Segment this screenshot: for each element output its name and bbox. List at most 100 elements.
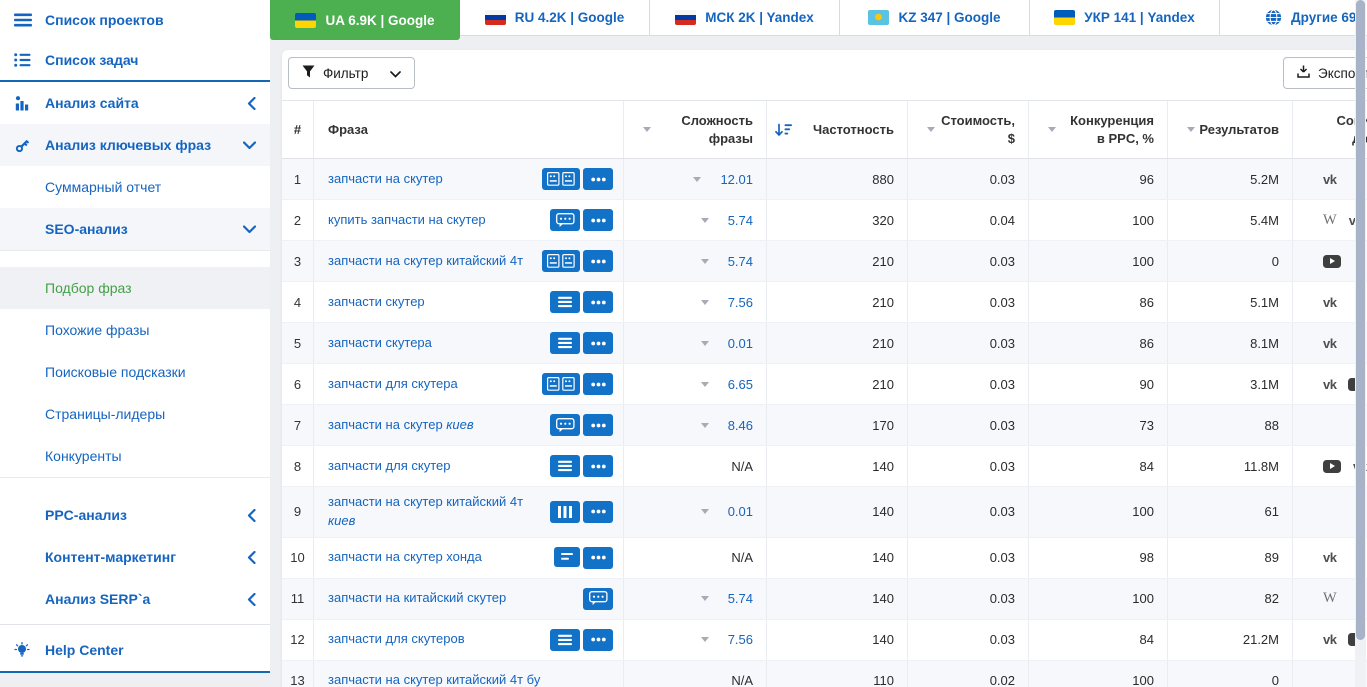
sidebar-item[interactable]: Похожие фразы — [0, 309, 270, 351]
dropdown-triangle-icon[interactable] — [700, 596, 709, 602]
dropdown-triangle-icon[interactable] — [700, 258, 709, 264]
sidebar-section-gap — [0, 477, 270, 494]
more-actions-icon[interactable] — [583, 209, 613, 231]
sidebar-item[interactable]: Анализ ключевых фраз — [0, 124, 270, 166]
menu-lines-icon[interactable] — [550, 332, 580, 354]
column-header-phrase[interactable]: Фраза — [314, 101, 624, 158]
dropdown-triangle-icon[interactable] — [700, 637, 709, 643]
more-actions-icon[interactable] — [583, 168, 613, 190]
sidebar-item-label: Контент-маркетинг — [45, 549, 177, 565]
region-tab[interactable]: Другие 694 — [1220, 0, 1367, 36]
difficulty-value-link[interactable]: 5.74 — [728, 254, 753, 269]
more-actions-icon[interactable] — [583, 546, 613, 569]
more-actions-icon[interactable] — [583, 291, 613, 313]
difficulty-value-link[interactable]: 6.65 — [728, 377, 753, 392]
phrase-link[interactable]: запчасти на скутер китайский 4т — [328, 252, 534, 271]
menu-lines-icon[interactable] — [550, 628, 580, 651]
sidebar-scrollbar[interactable] — [1355, 0, 1366, 687]
difficulty-value-link[interactable]: 7.56 — [728, 632, 753, 647]
sidebar-item[interactable]: Страницы-лидеры — [0, 393, 270, 435]
phrase-link[interactable]: запчасти скутер — [328, 293, 542, 312]
column-header-difficulty[interactable]: Сложность фразы — [624, 101, 767, 158]
dropdown-triangle-icon[interactable] — [700, 299, 709, 305]
vertical-bars-icon[interactable] — [550, 500, 580, 523]
sidebar-item[interactable]: Поисковые подсказки — [0, 351, 270, 393]
phrase-link[interactable]: запчасти на скутер киев — [328, 416, 542, 435]
sidebar-item[interactable]: Контент-маркетинг — [0, 536, 270, 578]
region-tab[interactable]: UA 6.9K | Google — [270, 0, 460, 40]
sidebar-item[interactable]: Список задач — [0, 40, 270, 80]
phrase-link[interactable]: запчасти для скутера — [328, 375, 534, 394]
phrase-link[interactable]: запчасти на китайский скутер — [328, 589, 575, 608]
difficulty-value-link[interactable]: 0.01 — [728, 336, 753, 351]
dropdown-triangle-icon[interactable] — [700, 381, 709, 387]
region-tab[interactable]: RU 4.2K | Google — [460, 0, 650, 36]
region-tab[interactable]: KZ 347 | Google — [840, 0, 1030, 36]
more-actions-icon[interactable] — [583, 332, 613, 354]
sidebar-item[interactable]: Анализ сайта — [0, 82, 270, 124]
difficulty-value-link[interactable]: 0.01 — [728, 504, 753, 519]
dropdown-triangle-icon[interactable] — [700, 422, 709, 428]
frequency-value: 210 — [767, 323, 908, 363]
phrase-link[interactable]: купить запчасти на скутер — [328, 211, 542, 230]
more-actions-icon[interactable] — [583, 250, 613, 272]
chat-bubble-icon[interactable] — [583, 587, 613, 610]
phrase-link[interactable]: запчасти на скутер — [328, 170, 534, 189]
sort-triangle-icon[interactable] — [1187, 127, 1195, 132]
sort-triangle-icon[interactable] — [1048, 127, 1056, 132]
difficulty-value-link[interactable]: 8.46 — [728, 418, 753, 433]
menu-lines-icon[interactable] — [550, 291, 580, 313]
serp-cards-icon[interactable] — [542, 373, 580, 395]
chat-bubble-icon[interactable] — [550, 414, 580, 436]
difficulty-cell: 6.65 — [624, 364, 767, 404]
difficulty-value: N/A — [731, 550, 753, 566]
phrase-link[interactable]: запчасти на скутер хонда — [328, 548, 546, 567]
sort-descending-icon[interactable] — [775, 123, 793, 137]
filter-button[interactable]: Фильтр — [288, 57, 416, 89]
cost-value: 0.03 — [908, 487, 1029, 537]
column-header-results[interactable]: Результатов — [1168, 101, 1293, 158]
sidebar-item[interactable]: Help Center — [0, 629, 270, 671]
phrase-link[interactable]: запчасти для скутер — [328, 457, 542, 476]
sort-triangle-icon[interactable] — [643, 127, 651, 132]
more-actions-icon[interactable] — [583, 373, 613, 395]
sort-triangle-icon[interactable] — [927, 127, 935, 132]
more-actions-icon[interactable] — [583, 455, 613, 477]
phrase-link[interactable]: запчасти скутера — [328, 334, 542, 353]
phrase-link[interactable]: запчасти для скутеров — [328, 630, 542, 649]
sidebar-item[interactable]: SEO-анализ — [0, 208, 270, 250]
column-header-cost[interactable]: Стоимость, $ — [908, 101, 1029, 158]
equals-lines-icon[interactable] — [554, 546, 580, 567]
competition-value: 100 — [1029, 660, 1168, 687]
more-actions-icon[interactable] — [583, 414, 613, 436]
dropdown-triangle-icon[interactable] — [700, 340, 709, 346]
serp-cards-icon[interactable] — [542, 250, 580, 272]
difficulty-value-link[interactable]: 7.56 — [728, 295, 753, 310]
sidebar-item[interactable]: Суммарный отчет — [0, 166, 270, 208]
difficulty-value-link[interactable]: 5.74 — [728, 213, 753, 228]
serp-cards-icon[interactable] — [542, 168, 580, 190]
more-actions-icon[interactable] — [583, 500, 613, 523]
menu-lines-icon[interactable] — [550, 455, 580, 477]
region-tab[interactable]: УКР 141 | Yandex — [1030, 0, 1220, 36]
scrollbar-thumb[interactable] — [1356, 0, 1365, 640]
sidebar-item[interactable]: Конкуренты — [0, 435, 270, 477]
sidebar-item[interactable]: Подбор фраз — [0, 267, 270, 309]
competition-value: 100 — [1029, 200, 1168, 240]
more-actions-icon[interactable] — [583, 628, 613, 651]
column-header-frequency[interactable]: Частотность — [767, 101, 908, 158]
phrase-link[interactable]: запчасти на скутер китайский 4т киев — [328, 493, 542, 531]
sidebar-item[interactable]: Анализ SERP`a — [0, 578, 270, 620]
dropdown-triangle-icon[interactable] — [700, 509, 709, 515]
dropdown-triangle-icon[interactable] — [693, 176, 702, 182]
difficulty-cell: 0.01 — [624, 487, 767, 537]
sidebar-item[interactable]: Список проектов — [0, 0, 270, 40]
chat-bubble-icon[interactable] — [550, 209, 580, 231]
dropdown-triangle-icon[interactable] — [700, 217, 709, 223]
region-tab[interactable]: МСК 2K | Yandex — [650, 0, 840, 36]
difficulty-value-link[interactable]: 5.74 — [728, 591, 753, 606]
difficulty-value-link[interactable]: 12.01 — [720, 172, 753, 187]
phrase-link[interactable]: запчасти на скутер китайский 4т бу — [328, 671, 605, 687]
sidebar-item[interactable]: PPC-анализ — [0, 494, 270, 536]
column-header-competition[interactable]: Конкуренция в PPC, % — [1029, 101, 1168, 158]
